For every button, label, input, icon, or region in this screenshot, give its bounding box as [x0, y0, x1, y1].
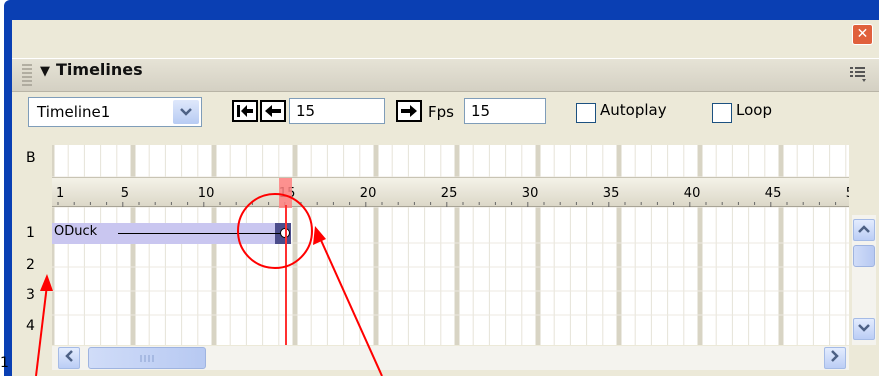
annotation-overlay	[35, 193, 383, 376]
annotation-arrow-right	[319, 237, 383, 376]
annotation-arrowhead-left	[40, 274, 53, 291]
annotation-circle	[237, 193, 313, 269]
annotation-arrow-left	[35, 284, 48, 376]
annotation-arrowhead-right	[313, 226, 326, 245]
